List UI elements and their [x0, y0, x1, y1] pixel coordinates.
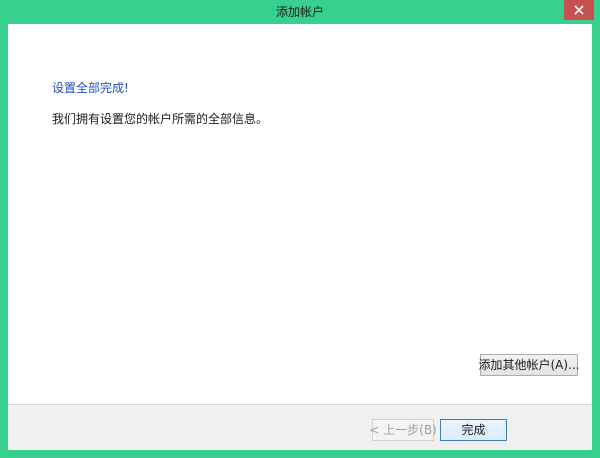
close-button[interactable]	[564, 0, 594, 20]
add-account-window: 添加帐户 设置全部完成! 我们拥有设置您的帐户所需的全部信息。 添加其他帐户(A…	[0, 0, 600, 458]
title-bar[interactable]: 添加帐户	[0, 0, 600, 24]
back-button[interactable]: < 上一步(B)	[369, 419, 437, 441]
footer-bar: < 上一步(B) 完成	[8, 404, 592, 450]
add-other-account-button[interactable]: 添加其他帐户(A)...	[478, 354, 580, 376]
finish-button[interactable]: 完成	[440, 419, 507, 441]
setup-complete-heading: 设置全部完成!	[52, 81, 129, 95]
info-text: 我们拥有设置您的帐户所需的全部信息。	[52, 112, 269, 126]
close-icon	[574, 5, 584, 15]
content-panel: 设置全部完成! 我们拥有设置您的帐户所需的全部信息。 添加其他帐户(A)...	[8, 24, 592, 404]
window-title: 添加帐户	[275, 5, 324, 19]
